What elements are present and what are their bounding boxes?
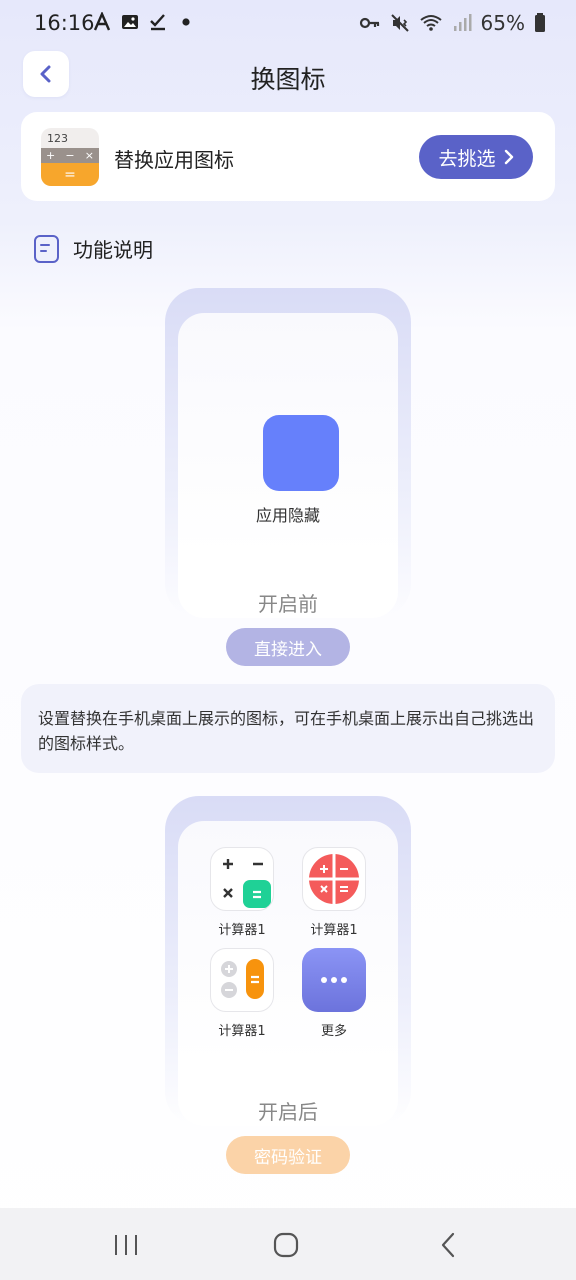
calc-icon-number: 123 bbox=[47, 132, 68, 145]
app-hide-label: 应用隐藏 bbox=[255, 506, 320, 525]
direct-enter-button[interactable]: 直接进入 bbox=[226, 628, 350, 666]
before-state-label: 开启前 bbox=[258, 592, 318, 616]
dot-icon bbox=[182, 18, 190, 26]
battery-icon bbox=[535, 13, 545, 32]
wifi-icon bbox=[419, 15, 442, 31]
phone-after-screen: 计算器1 计算器1 计算器1 更多 bbox=[178, 821, 398, 1126]
after-state-label: 开启后 bbox=[258, 1100, 318, 1124]
image-icon bbox=[122, 15, 138, 29]
calc-icon-ops: + − × bbox=[41, 148, 99, 163]
app-label-more: 更多 bbox=[320, 1024, 347, 1039]
ellipsis-icon bbox=[321, 977, 347, 983]
phone-before-frame: 应用隐藏 bbox=[165, 288, 411, 618]
status-left-icons bbox=[92, 12, 196, 32]
feature-description: 设置替换在手机桌面上展示的图标，可在手机桌面上展示出自己挑选出的图标样式。 bbox=[21, 684, 555, 773]
calc-op-plus: + bbox=[46, 149, 56, 162]
feature-section-header: 功能说明 bbox=[34, 234, 153, 263]
app-label-calc-1: 计算器1 bbox=[218, 923, 266, 938]
calculator-red-icon bbox=[302, 847, 366, 911]
calculator-app-icon: 123 + − × = bbox=[41, 128, 99, 186]
mute-vibrate-icon bbox=[390, 14, 409, 32]
signal-icon bbox=[453, 14, 472, 31]
section-title: 功能说明 bbox=[73, 238, 153, 262]
calc-icon-equals: = bbox=[41, 163, 99, 186]
go-pick-button[interactable]: 去挑选 bbox=[419, 135, 533, 179]
phone-before-screen: 应用隐藏 bbox=[178, 313, 398, 618]
home-icon[interactable] bbox=[273, 1232, 299, 1258]
status-bar: 16:16 65% bbox=[0, 0, 576, 48]
font-a-icon bbox=[93, 12, 111, 31]
calculator-green-glyph bbox=[223, 859, 271, 908]
calculator-red-glyph bbox=[309, 854, 359, 904]
calc-op-times: × bbox=[84, 149, 94, 162]
chevron-right-icon bbox=[504, 149, 513, 165]
check-icon bbox=[150, 14, 165, 31]
calculator-orange-icon bbox=[210, 948, 274, 1012]
go-pick-label: 去挑选 bbox=[438, 147, 496, 170]
document-icon bbox=[34, 234, 59, 263]
app-label-calc-2: 计算器1 bbox=[310, 923, 358, 938]
recent-apps-icon[interactable] bbox=[112, 1233, 140, 1257]
phone-after-frame: 计算器1 计算器1 计算器1 更多 bbox=[165, 796, 411, 1126]
key-icon bbox=[359, 17, 379, 29]
calc-op-minus: − bbox=[65, 149, 75, 162]
system-nav-bar bbox=[0, 1208, 576, 1280]
calculator-green-icon bbox=[210, 847, 274, 911]
battery-percent: 65% bbox=[480, 11, 525, 35]
page-title: 换图标 bbox=[250, 65, 326, 94]
back-icon[interactable] bbox=[438, 1232, 458, 1258]
replace-icon-card: 123 + − × = 替换应用图标 去挑选 bbox=[21, 112, 555, 201]
status-right-icons: 65% bbox=[359, 11, 546, 35]
app-hide-icon bbox=[263, 415, 339, 491]
replace-icon-label: 替换应用图标 bbox=[114, 148, 234, 172]
status-time: 16:16 bbox=[34, 11, 95, 35]
more-apps-icon bbox=[302, 948, 366, 1012]
calculator-orange-glyph bbox=[221, 959, 264, 999]
app-label-calc-3: 计算器1 bbox=[218, 1024, 266, 1039]
password-verify-button[interactable]: 密码验证 bbox=[226, 1136, 350, 1174]
